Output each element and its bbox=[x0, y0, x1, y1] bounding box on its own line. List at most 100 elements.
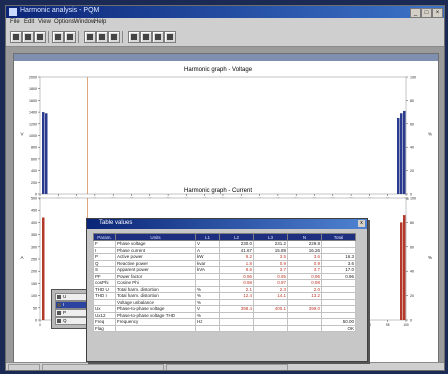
app-icon bbox=[9, 8, 17, 16]
y-tick-label: 400 bbox=[31, 221, 37, 225]
y-tick-label: 400 bbox=[31, 169, 37, 173]
harmonic-bar bbox=[403, 110, 406, 194]
y-tick-label: 1200 bbox=[29, 122, 37, 126]
title-bar[interactable]: Harmonic analysis - PQM _ □ × bbox=[6, 6, 444, 18]
y2-tick-label: 60 bbox=[410, 245, 414, 249]
column-header[interactable]: N bbox=[287, 233, 322, 241]
menu-help[interactable]: Help bbox=[94, 19, 106, 25]
harmonic-bar bbox=[45, 113, 48, 194]
column-header[interactable]: Units bbox=[115, 233, 196, 241]
y2-tick-label: 100 bbox=[410, 197, 416, 201]
y-tick-label: 800 bbox=[31, 146, 37, 150]
y2-tick-label: 40 bbox=[410, 146, 414, 150]
y-axis-label: V bbox=[20, 132, 23, 137]
copy-icon[interactable] bbox=[52, 31, 64, 43]
harmonic-bar bbox=[397, 117, 400, 194]
y-tick-label: 100 bbox=[31, 294, 37, 298]
y2-tick-label: 80 bbox=[410, 221, 414, 225]
table-header-row: Param. Units L1 L2 L3 N Total bbox=[93, 233, 356, 241]
table-cell bbox=[115, 324, 196, 332]
x-tick-label: 0 bbox=[39, 323, 41, 327]
close-button[interactable]: × bbox=[432, 8, 443, 18]
channel-icon bbox=[57, 319, 61, 323]
y2-tick-label: 20 bbox=[410, 169, 414, 173]
settings-icon[interactable] bbox=[108, 31, 120, 43]
y-tick-label: 300 bbox=[31, 245, 37, 249]
status-pane bbox=[8, 364, 40, 370]
menu-file[interactable]: File bbox=[10, 19, 20, 25]
y2-axis-label: % bbox=[428, 255, 432, 260]
window-icon[interactable] bbox=[140, 31, 152, 43]
y-tick-label: 200 bbox=[31, 270, 37, 274]
y2-tick-label: 80 bbox=[410, 99, 414, 103]
column-header[interactable]: L3 bbox=[253, 233, 288, 241]
y-tick-label: 150 bbox=[31, 282, 37, 286]
plot-area bbox=[39, 76, 407, 195]
maximize-button[interactable]: □ bbox=[421, 8, 432, 18]
status-bar bbox=[6, 362, 444, 370]
status-pane bbox=[42, 364, 164, 370]
print-icon[interactable] bbox=[34, 31, 46, 43]
table-row[interactable]: Flag OK bbox=[93, 324, 356, 332]
y-tick-label: 0 bbox=[35, 319, 37, 323]
menu-options[interactable]: Options bbox=[54, 19, 75, 25]
status-pane bbox=[166, 364, 288, 370]
y2-tick-label: 40 bbox=[410, 270, 414, 274]
channel-label: U bbox=[63, 294, 67, 299]
harmonic-bar bbox=[400, 113, 403, 194]
menu-edit[interactable]: Edit bbox=[24, 19, 34, 25]
y-axis-label: A bbox=[20, 255, 23, 260]
values-table: Param. Units L1 L2 L3 N Total F Phase voltage V 2… bbox=[93, 233, 356, 332]
column-header[interactable]: Total bbox=[321, 233, 356, 241]
toolbar-separator bbox=[48, 31, 49, 43]
channel-label: I bbox=[63, 302, 65, 307]
dialog-title-bar[interactable]: Table values x bbox=[87, 219, 367, 229]
menu-view[interactable]: View bbox=[38, 19, 51, 25]
y-tick-label: 1000 bbox=[29, 134, 37, 138]
window-title: Harmonic analysis - PQM bbox=[20, 7, 100, 14]
table-icon[interactable] bbox=[96, 31, 108, 43]
table-cell: OK bbox=[321, 324, 356, 332]
info-icon[interactable] bbox=[152, 31, 164, 43]
save-icon[interactable] bbox=[22, 31, 34, 43]
zoom-icon[interactable] bbox=[64, 31, 76, 43]
harmonic-bar bbox=[400, 222, 403, 320]
menu-window[interactable]: Window bbox=[74, 19, 95, 25]
exit-icon[interactable] bbox=[164, 31, 176, 43]
table-cell: Flag bbox=[93, 324, 116, 332]
open-icon[interactable] bbox=[10, 31, 22, 43]
y2-tick-label: 60 bbox=[410, 122, 414, 126]
y-tick-label: 500 bbox=[31, 197, 37, 201]
column-header[interactable]: L2 bbox=[219, 233, 254, 241]
y-tick-label: 600 bbox=[31, 157, 37, 161]
y2-tick-label: 0 bbox=[410, 319, 412, 323]
channel-label: P bbox=[63, 310, 67, 315]
channel-label: Q bbox=[63, 318, 67, 323]
chart-window-caption bbox=[14, 54, 438, 61]
column-header[interactable]: L1 bbox=[195, 233, 220, 241]
graph-icon[interactable] bbox=[84, 31, 96, 43]
harmonic-bar bbox=[42, 217, 45, 320]
channel-icon bbox=[57, 295, 61, 299]
channel-icon bbox=[57, 311, 61, 315]
table-cell bbox=[253, 324, 288, 332]
dialog-title: Table values bbox=[99, 220, 133, 226]
dialog-close-button[interactable]: x bbox=[358, 220, 365, 227]
table-cell bbox=[287, 324, 322, 332]
help-icon[interactable] bbox=[128, 31, 140, 43]
y-tick-label: 450 bbox=[31, 209, 37, 213]
y-tick-label: 1600 bbox=[29, 99, 37, 103]
minimize-button[interactable]: _ bbox=[410, 8, 421, 18]
column-header[interactable]: Param. bbox=[93, 233, 116, 241]
y2-tick-label: 100 bbox=[410, 76, 416, 80]
table-dialog: Table values x Param. Units L1 L2 L3 N Total F… bbox=[86, 218, 368, 362]
x-tick-label: 90 bbox=[368, 323, 372, 327]
y-tick-label: 1800 bbox=[29, 87, 37, 91]
harmonic-bar bbox=[42, 112, 45, 194]
x-tick-label: 100 bbox=[403, 323, 409, 327]
y-tick-label: 350 bbox=[31, 233, 37, 237]
table-cell bbox=[219, 324, 254, 332]
x-tick-label: 95 bbox=[386, 323, 390, 327]
toolbar bbox=[6, 28, 444, 47]
y-tick-label: 2000 bbox=[29, 76, 37, 80]
